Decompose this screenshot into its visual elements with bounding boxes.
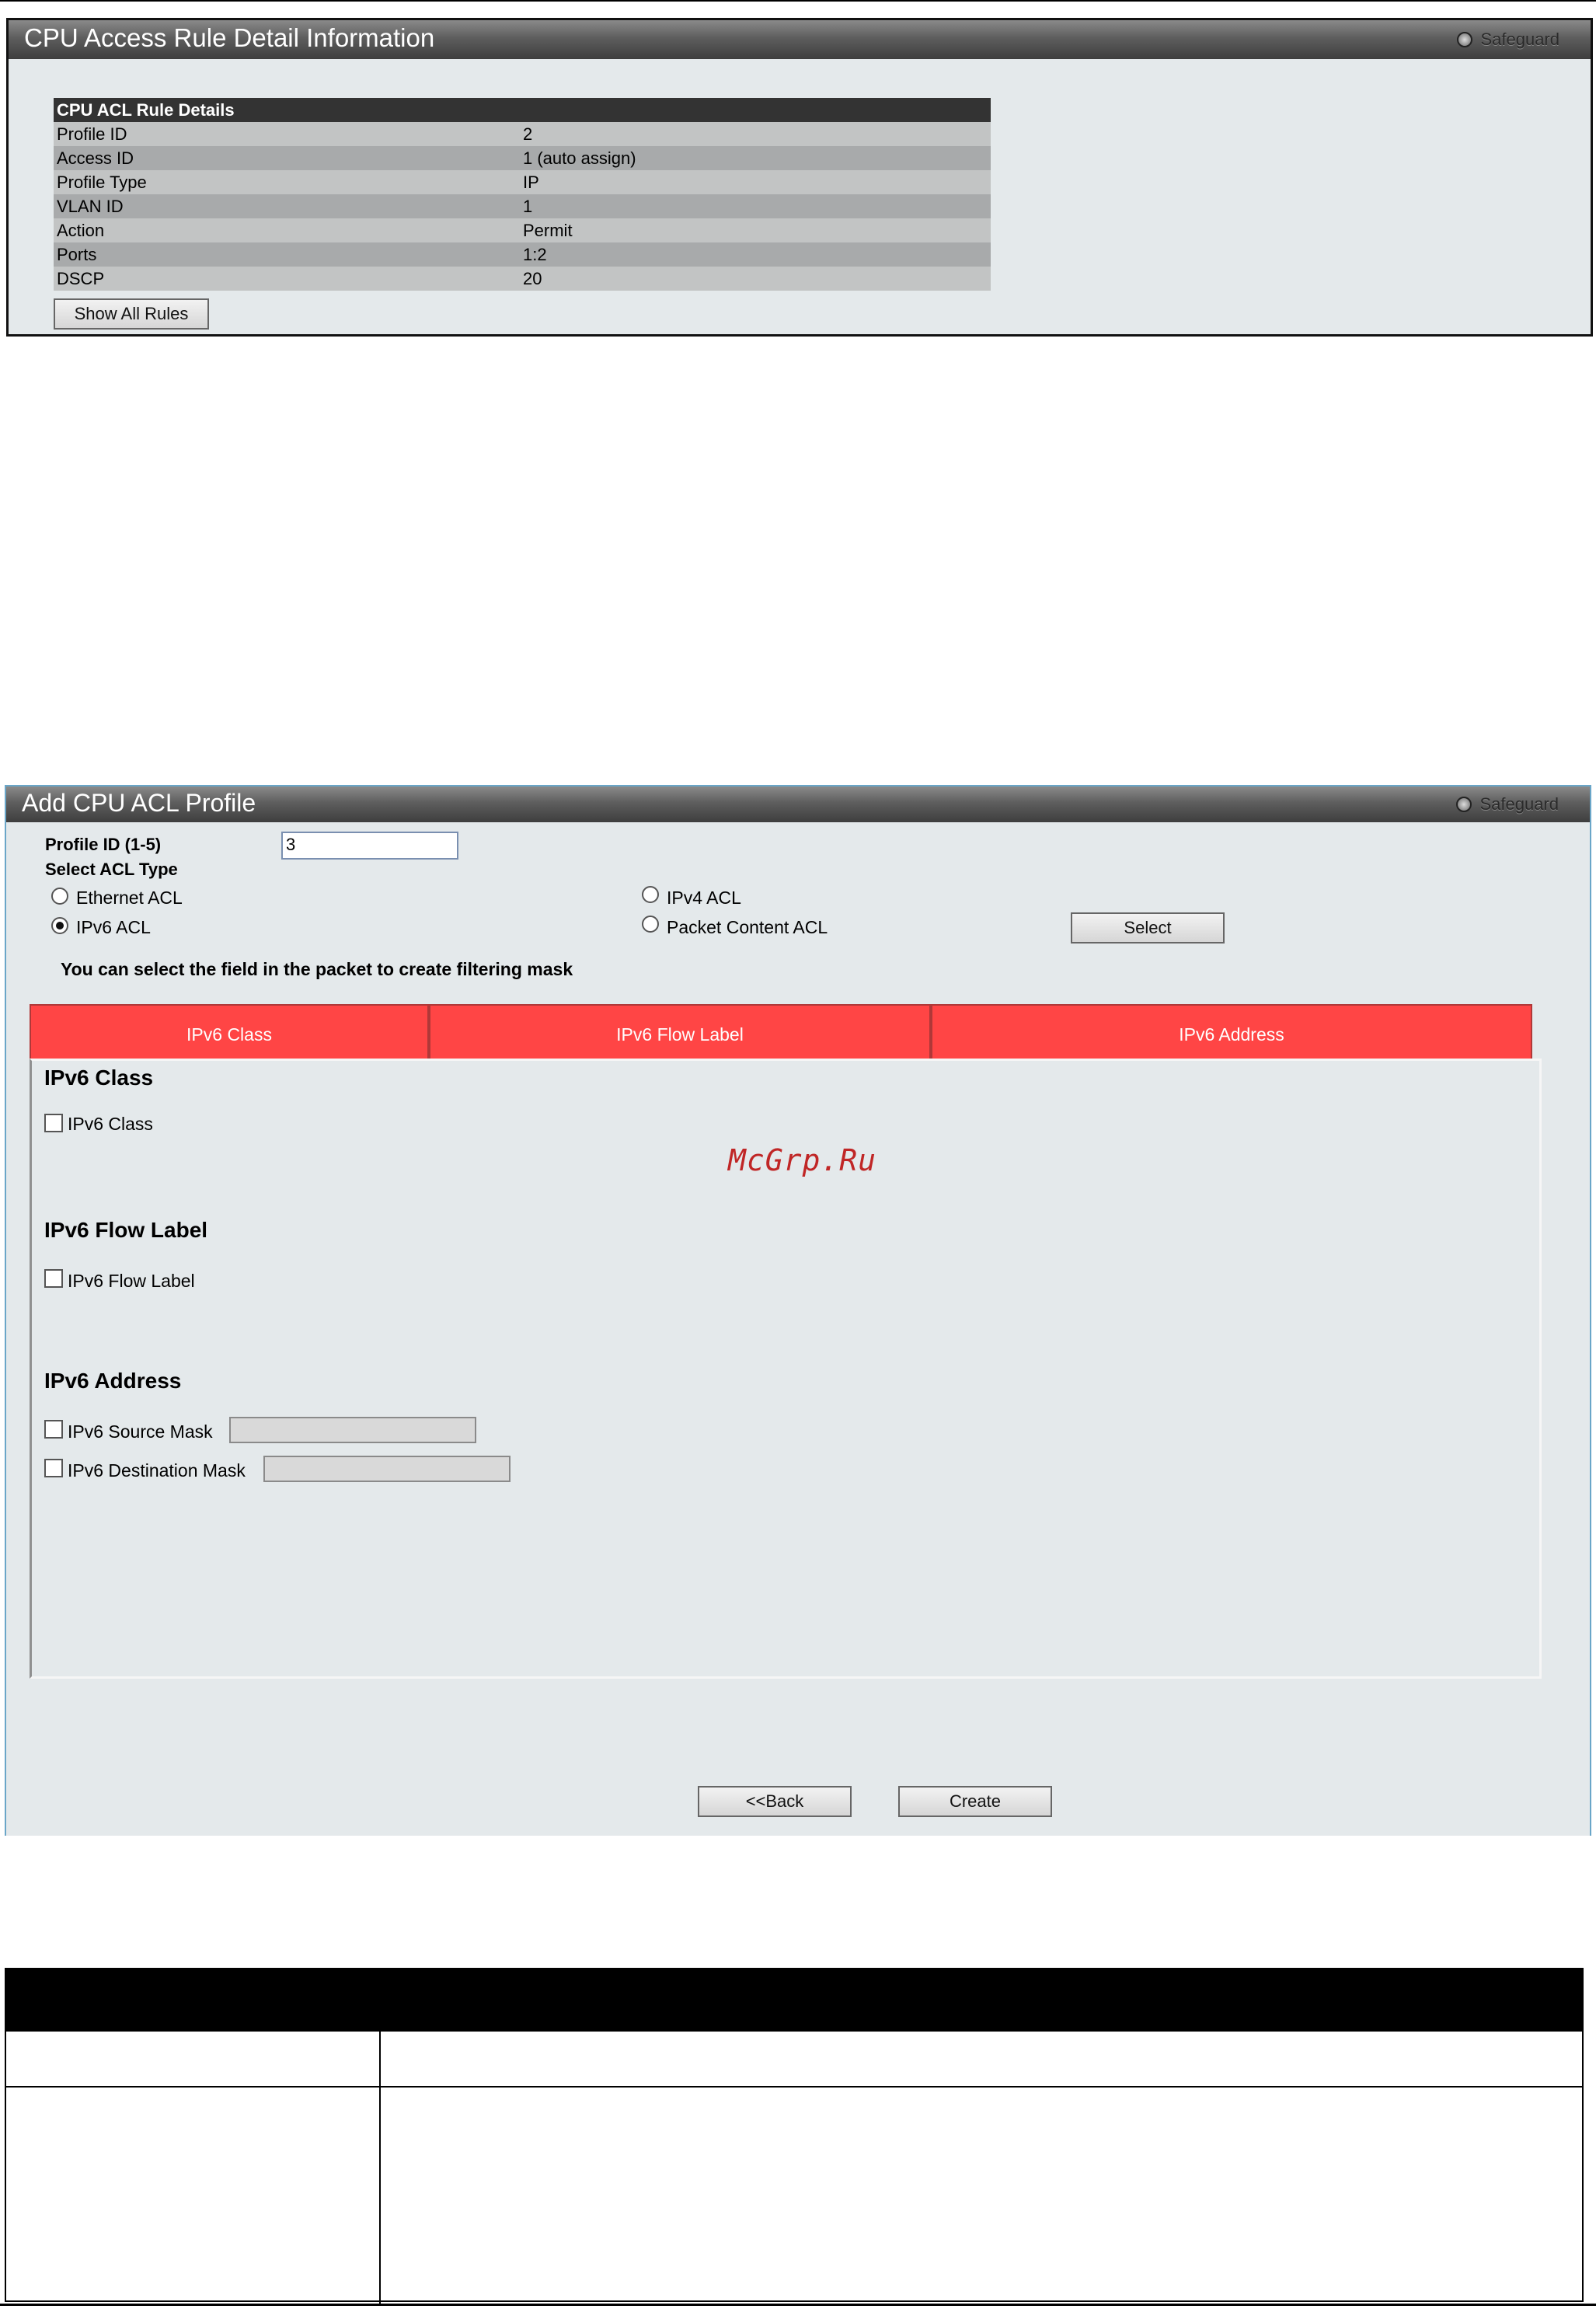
tab-ipv6-address[interactable]: IPv6 Address: [931, 1004, 1532, 1059]
row-value: 1:2: [523, 244, 547, 264]
add-profile-panel: Add CPU ACL Profile Safeguard Profile ID…: [5, 785, 1591, 1836]
ethernet-acl-label: Ethernet ACL: [76, 888, 183, 908]
back-button[interactable]: <<Back: [698, 1786, 852, 1817]
create-button[interactable]: Create: [898, 1786, 1052, 1817]
ipv6-class-heading: IPv6 Class: [44, 1066, 154, 1090]
rule-detail-title-bar: CPU Access Rule Detail Information Safeg…: [9, 20, 1591, 59]
ipv6-destination-mask-checkbox[interactable]: [44, 1459, 63, 1477]
safeguard-label: Safeguard: [1479, 794, 1559, 814]
tab-ipv6-flow-label[interactable]: IPv6 Flow Label: [429, 1004, 931, 1059]
row-value: 20: [523, 268, 542, 288]
safeguard-indicator: Safeguard: [1456, 794, 1559, 815]
tab-ipv6-class[interactable]: IPv6 Class: [30, 1004, 429, 1059]
ethernet-acl-radio[interactable]: [51, 888, 68, 905]
row-label: Ports: [57, 244, 97, 264]
row-value: Permit: [523, 220, 573, 240]
ipv6-source-mask-checkbox[interactable]: [44, 1420, 63, 1439]
safeguard-icon: [1456, 797, 1472, 812]
top-rule: [0, 0, 1596, 2]
row-label: Profile ID: [57, 124, 127, 144]
ipv6-flow-label-checkbox-label: IPv6 Flow Label: [68, 1271, 195, 1291]
show-all-rules-button[interactable]: Show All Rules: [54, 298, 209, 330]
row-value: 1: [523, 196, 533, 216]
ipv6-acl-label: IPv6 ACL: [76, 917, 151, 937]
safeguard-icon: [1457, 32, 1473, 47]
ipv6-source-mask-input[interactable]: [229, 1417, 476, 1443]
row-label: VLAN ID: [57, 196, 124, 216]
table-row: Action Permit: [54, 218, 991, 242]
table-row: Profile Type IP: [54, 170, 991, 194]
ipv6-fields-content: IPv6 Class IPv6 Class McGrp.Ru IPv6 Flow…: [30, 1059, 1542, 1679]
profile-id-input[interactable]: 3: [281, 832, 458, 860]
table-row: [6, 2032, 1582, 2088]
row-label: Action: [57, 220, 105, 240]
parameter-table-header: [6, 1969, 1582, 2032]
rule-detail-title: CPU Access Rule Detail Information: [24, 23, 435, 52]
rule-details-table: CPU ACL Rule Details Profile ID 2 Access…: [54, 98, 991, 291]
table-row: DSCP 20: [54, 267, 991, 291]
select-button[interactable]: Select: [1071, 912, 1225, 943]
filter-hint: You can select the field in the packet t…: [61, 959, 573, 979]
table-row: Ports 1:2: [54, 242, 991, 267]
parameter-table: [5, 1968, 1584, 2304]
ipv6-flow-label-heading: IPv6 Flow Label: [44, 1218, 208, 1242]
safeguard-indicator: Safeguard: [1457, 29, 1559, 51]
row-value: 2: [523, 124, 533, 144]
row-label: Profile Type: [57, 172, 147, 192]
row-label: DSCP: [57, 268, 105, 288]
ipv6-field-tabs: IPv6 Class IPv6 Flow Label IPv6 Address: [30, 1004, 1532, 1059]
bottom-rule: [0, 2304, 1596, 2306]
packet-content-acl-label: Packet Content ACL: [667, 917, 828, 937]
safeguard-label: Safeguard: [1480, 30, 1559, 49]
table-row: Access ID 1 (auto assign): [54, 146, 991, 170]
table-row: Profile ID 2: [54, 122, 991, 146]
ipv6-address-heading: IPv6 Address: [44, 1369, 182, 1393]
ipv6-class-checkbox[interactable]: [44, 1114, 63, 1132]
ipv6-source-mask-label: IPv6 Source Mask: [68, 1421, 213, 1442]
row-label: Access ID: [57, 148, 134, 168]
row-value: 1 (auto assign): [523, 148, 636, 168]
rule-details-header: CPU ACL Rule Details: [54, 98, 991, 122]
row-value: IP: [523, 172, 539, 192]
profile-id-label: Profile ID (1-5): [45, 835, 162, 854]
rule-detail-panel: CPU Access Rule Detail Information Safeg…: [6, 18, 1593, 337]
table-row: VLAN ID 1: [54, 194, 991, 218]
ipv6-flow-label-checkbox[interactable]: [44, 1269, 63, 1288]
ipv6-class-checkbox-label: IPv6 Class: [68, 1114, 153, 1134]
packet-content-acl-radio[interactable]: [642, 916, 659, 933]
ipv6-acl-radio[interactable]: [51, 917, 68, 934]
select-acl-type-label: Select ACL Type: [45, 860, 178, 879]
ipv6-destination-mask-input[interactable]: [263, 1456, 511, 1482]
ipv6-destination-mask-label: IPv6 Destination Mask: [68, 1460, 246, 1481]
add-profile-title: Add CPU ACL Profile: [22, 789, 256, 817]
column-divider: [379, 2032, 381, 2304]
watermark: McGrp.Ru: [728, 1143, 877, 1177]
ipv4-acl-label: IPv4 ACL: [667, 888, 741, 908]
add-profile-title-bar: Add CPU ACL Profile Safeguard: [6, 787, 1590, 822]
ipv4-acl-radio[interactable]: [642, 886, 659, 903]
